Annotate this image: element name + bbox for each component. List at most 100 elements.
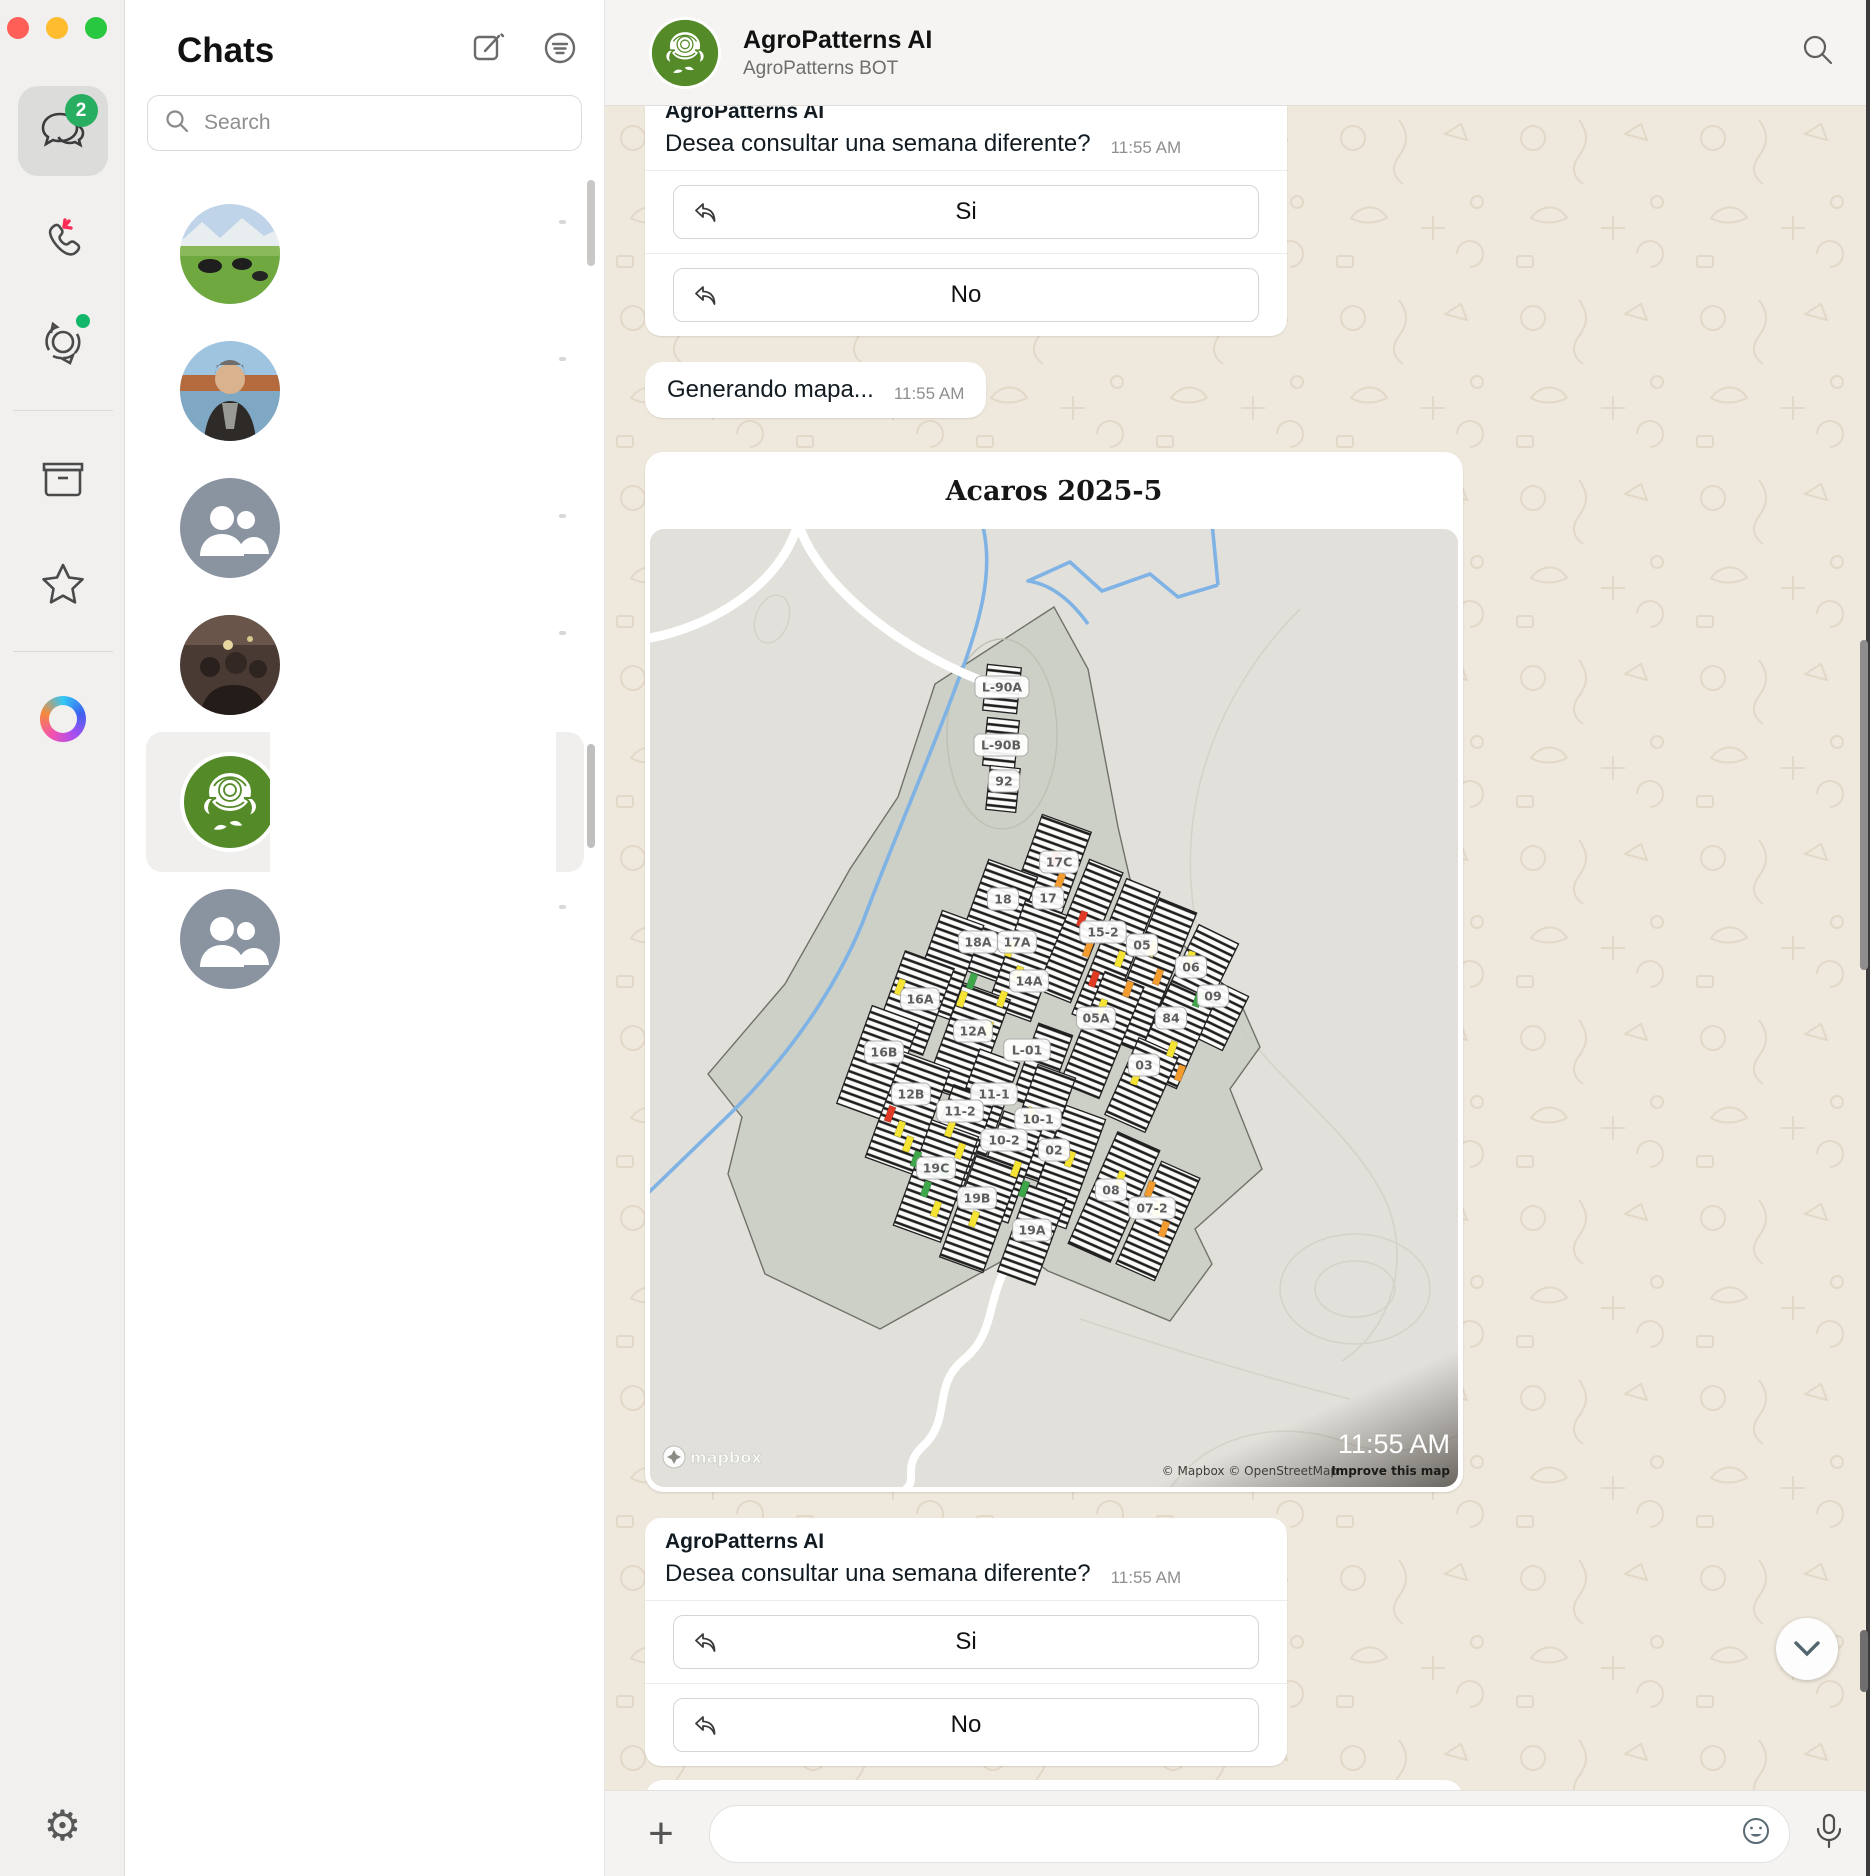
sidebar-divider (13, 651, 113, 652)
settings-button[interactable]: ⚙ (0, 1801, 125, 1850)
emoji-smiley-icon (1741, 1816, 1771, 1846)
svg-text:84: 84 (1162, 1011, 1180, 1026)
conversation-title: AgroPatterns AI (743, 26, 1800, 55)
nav-sidebar: 2 (0, 0, 125, 1876)
chat-search[interactable] (147, 95, 582, 151)
conversation-subtitle: AgroPatterns BOT (743, 58, 1800, 80)
reply-arrow-icon (692, 1713, 718, 1739)
chat-list-scrollbar-thumb[interactable] (587, 744, 595, 848)
archive-icon (41, 458, 85, 498)
svg-text:10-1: 10-1 (1022, 1112, 1053, 1127)
sidebar-item-starred[interactable] (18, 539, 108, 629)
avatar-default-group (180, 478, 280, 578)
svg-text:17A: 17A (1003, 935, 1030, 950)
message-composer: + (605, 1790, 1870, 1876)
gear-icon: ⚙ (44, 1802, 82, 1849)
emoji-button[interactable] (1741, 1816, 1771, 1851)
svg-text:11-1: 11-1 (978, 1087, 1009, 1102)
zoom-window-button[interactable] (85, 17, 107, 39)
chat-list-item[interactable] (146, 321, 584, 461)
sidebar-item-status[interactable] (18, 298, 108, 388)
svg-text:07-2: 07-2 (1136, 1201, 1167, 1216)
microphone-icon (1814, 1813, 1844, 1849)
sidebar-item-meta-ai[interactable] (18, 674, 108, 764)
chat-rows (125, 178, 604, 1876)
attach-button[interactable]: + (635, 1812, 687, 1856)
minimize-window-button[interactable] (46, 17, 68, 39)
search-icon (164, 108, 190, 139)
quick-reply-no-button[interactable]: No (673, 268, 1259, 322)
status-time: 11:55 AM (894, 384, 965, 404)
svg-text:19A: 19A (1018, 1223, 1045, 1238)
status-new-dot (76, 314, 90, 328)
unread-count-badge: 2 (65, 94, 98, 127)
conversation-header[interactable]: AgroPatterns AI AgroPatterns BOT (605, 0, 1870, 106)
search-input[interactable] (204, 111, 565, 135)
scroll-to-bottom-button[interactable] (1776, 1618, 1838, 1680)
svg-text:06: 06 (1182, 960, 1200, 975)
reply-arrow-icon (692, 283, 718, 309)
avatar-cow-pasture (180, 204, 280, 304)
chat-list-item[interactable] (146, 869, 584, 1009)
redacted-timestamp (559, 631, 566, 635)
status-text: Generando mapa... (667, 376, 874, 404)
status-message-bubble: Generando mapa... 11:55 AM (645, 362, 986, 418)
svg-text:16B: 16B (871, 1045, 898, 1060)
chat-list-scrollbar[interactable] (587, 180, 595, 266)
message-sender: AgroPatterns AI (645, 1518, 1287, 1554)
plus-icon: + (648, 1809, 674, 1858)
svg-text:17C: 17C (1046, 855, 1073, 870)
conversation-avatar-rose (649, 17, 721, 89)
map-message-card[interactable]: Acaros 2025-5 L-90AL-90B9217C181718A17A1… (645, 452, 1463, 1492)
message-sender: AgroPatterns AI (645, 106, 1287, 124)
redacted-timestamp (559, 220, 566, 224)
reply-arrow-icon (692, 1630, 718, 1656)
svg-text:Improve this map: Improve this map (1331, 1464, 1450, 1478)
avatar-default-group (180, 889, 280, 989)
whatsapp-window: 2 (0, 0, 1870, 1876)
close-window-button[interactable] (7, 17, 29, 39)
map-title: Acaros 2025-5 (650, 452, 1458, 529)
chevron-down-icon (1792, 1639, 1822, 1659)
svg-text:08: 08 (1102, 1183, 1119, 1198)
field-map-image[interactable]: L-90AL-90B9217C181718A17A15-205060914A16… (650, 529, 1458, 1487)
chat-list-item-selected[interactable] (146, 732, 584, 872)
message-input-pill[interactable] (709, 1805, 1790, 1863)
svg-text:15-2: 15-2 (1087, 925, 1118, 940)
redacted-timestamp (559, 357, 566, 361)
new-chat-button[interactable] (472, 31, 506, 70)
search-in-chat-button[interactable] (1800, 32, 1836, 73)
avatar-man-portrait (180, 341, 280, 441)
chat-list-item[interactable] (146, 184, 584, 324)
message-text: Desea consultar una semana diferente? (665, 1560, 1091, 1588)
svg-text:11:55 AM: 11:55 AM (1338, 1429, 1450, 1459)
meta-ai-icon (40, 696, 86, 742)
svg-text:17: 17 (1039, 891, 1056, 906)
filter-chats-button[interactable] (542, 30, 578, 71)
sidebar-divider (13, 410, 113, 411)
chat-list-item[interactable] (146, 595, 584, 735)
svg-text:92: 92 (995, 774, 1012, 789)
svg-text:10-2: 10-2 (988, 1133, 1019, 1148)
quick-reply-no-button[interactable]: No (673, 1698, 1259, 1752)
svg-text:18: 18 (994, 892, 1011, 907)
quick-reply-si-button[interactable]: Si (673, 1615, 1259, 1669)
sidebar-item-chats[interactable]: 2 (18, 86, 108, 176)
chat-list-item[interactable] (146, 458, 584, 598)
bot-message-bubble: AgroPatterns AI Desea consultar una sema… (645, 1518, 1287, 1766)
window-scrollbar-thumb[interactable] (1860, 640, 1868, 970)
svg-text:02: 02 (1045, 1143, 1062, 1158)
quick-reply-si-button[interactable]: Si (673, 185, 1259, 239)
svg-text:12B: 12B (898, 1087, 925, 1102)
reply-arrow-icon (692, 200, 718, 226)
voice-message-button[interactable] (1814, 1813, 1844, 1854)
svg-text:03: 03 (1135, 1058, 1152, 1073)
partial-message-bubble (645, 1780, 1463, 1790)
sidebar-item-archive[interactable] (18, 433, 108, 523)
window-scrollbar-thumb[interactable] (1860, 1630, 1868, 1692)
sidebar-item-calls[interactable] (18, 192, 108, 282)
message-input[interactable] (728, 1821, 1741, 1847)
message-text: Desea consultar una semana diferente? (665, 130, 1091, 158)
window-controls (7, 17, 107, 39)
messages-area[interactable]: AgroPatterns AI Desea consultar una sema… (605, 106, 1870, 1790)
